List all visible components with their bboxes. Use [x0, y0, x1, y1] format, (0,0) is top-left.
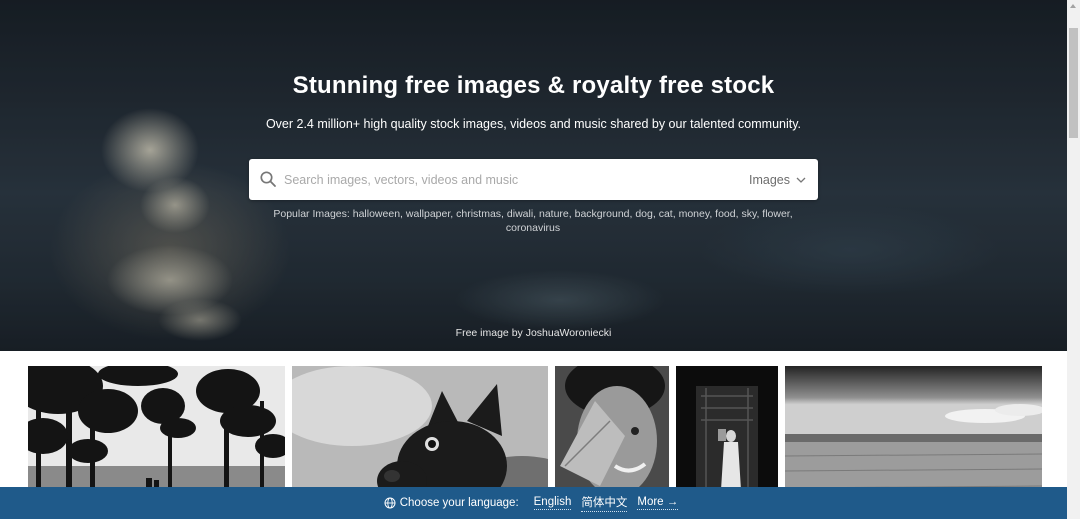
popular-label: Popular Images:	[273, 208, 350, 220]
search-input[interactable]	[284, 159, 734, 200]
gallery-image-woman-in-doorway[interactable]	[676, 366, 778, 506]
popular-tag[interactable]: dog	[635, 208, 653, 220]
language-option-english[interactable]: English	[533, 496, 572, 510]
popular-tag[interactable]: money	[679, 208, 710, 220]
popular-tag[interactable]: food	[715, 208, 735, 220]
gallery-image-french-bulldog[interactable]	[292, 366, 548, 506]
popular-tag[interactable]: wallpaper	[406, 208, 450, 220]
gallery-image-field-landscape[interactable]	[785, 366, 1042, 506]
globe-icon	[384, 497, 396, 509]
chevron-down-icon	[796, 177, 806, 183]
gallery-image-trees-silhouette[interactable]	[28, 366, 285, 506]
hero-title: Stunning free images & royalty free stoc…	[292, 72, 775, 99]
popular-tag[interactable]: christmas	[456, 208, 501, 220]
popular-tag[interactable]: cat	[659, 208, 673, 220]
popular-tag[interactable]: sky	[741, 208, 756, 220]
search-box: Images	[249, 159, 818, 200]
popular-tag[interactable]: nature	[539, 208, 569, 220]
hero-subtitle: Over 2.4 million+ high quality stock ima…	[265, 117, 802, 131]
hero-banner: Stunning free images & royalty free stoc…	[0, 0, 1067, 351]
popular-tag[interactable]: halloween	[353, 208, 400, 220]
popular-tag[interactable]: coronavirus	[506, 222, 560, 234]
image-credit[interactable]: Free image by JoshuaWoroniecki	[0, 327, 1067, 339]
popular-tag[interactable]: diwali	[507, 208, 533, 220]
scroll-up-arrow-icon[interactable]	[1070, 4, 1076, 8]
search-type-label: Images	[749, 172, 790, 187]
language-label: Choose your language:	[399, 497, 519, 509]
language-option-chinese[interactable]: 简体中文	[581, 494, 628, 512]
popular-images: Popular Images: halloween, wallpaper, ch…	[273, 208, 793, 234]
language-more-link[interactable]: More →	[637, 496, 679, 510]
search-type-dropdown[interactable]: Images	[749, 159, 806, 200]
vertical-scrollbar[interactable]	[1067, 0, 1080, 519]
search-icon[interactable]	[259, 170, 277, 188]
popular-tag[interactable]: background	[575, 208, 630, 220]
scrollbar-thumb[interactable]	[1069, 28, 1078, 138]
popular-tag[interactable]: flower	[762, 208, 789, 220]
language-bar: Choose your language: English 简体中文 More …	[0, 487, 1067, 519]
gallery-image-child-with-leaf[interactable]	[555, 366, 669, 506]
